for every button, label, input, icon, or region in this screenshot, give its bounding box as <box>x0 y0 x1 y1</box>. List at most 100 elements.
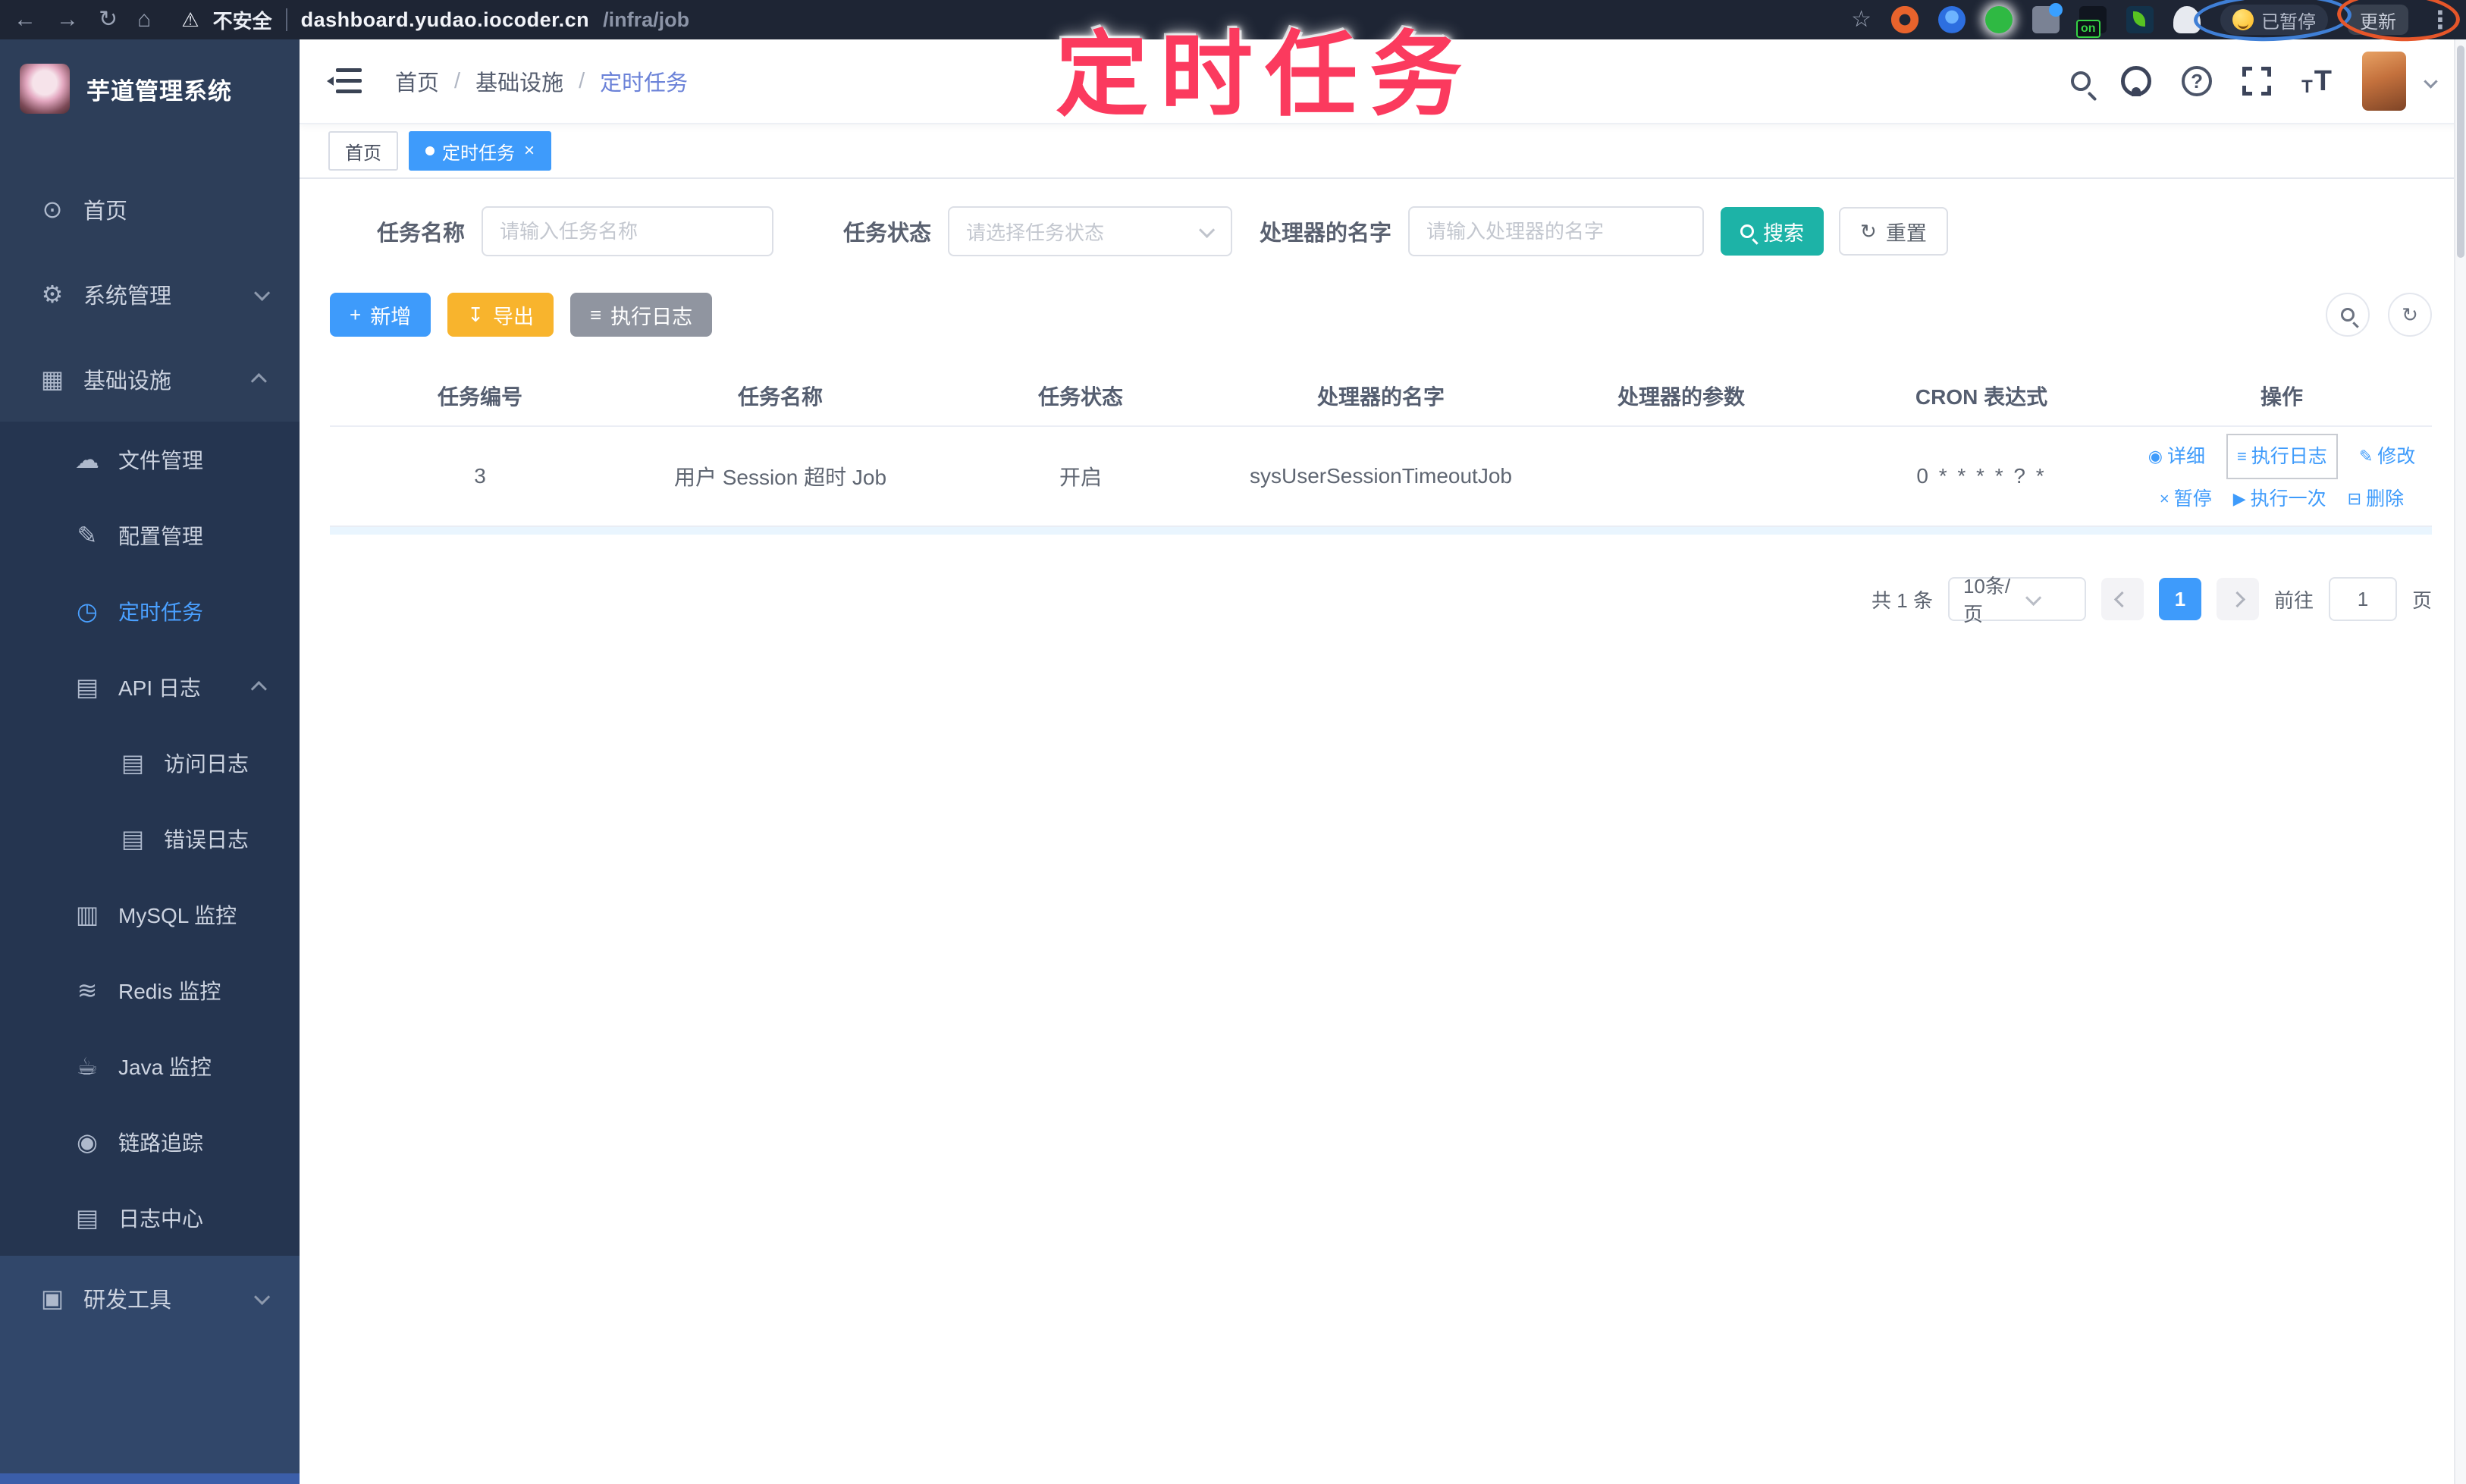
next-page-button[interactable] <box>2216 578 2259 620</box>
user-avatar[interactable] <box>2362 52 2406 111</box>
app-logo <box>20 64 70 114</box>
breadcrumb-current: 定时任务 <box>600 71 689 96</box>
action-detail-link[interactable]: ◉ 详细 <box>2148 437 2205 476</box>
github-icon[interactable] <box>2121 66 2152 96</box>
sidebar-item-java[interactable]: ☕ Java 监控 <box>0 1028 300 1104</box>
action-run-once-link[interactable]: ▶ 执行一次 <box>2233 479 2326 519</box>
job-log-button[interactable]: ≡ 执行日志 <box>569 293 713 337</box>
list-icon: ≡ <box>2236 447 2247 466</box>
sidebar-item-log-center[interactable]: ▤ 日志中心 <box>0 1180 300 1256</box>
action-delete-link[interactable]: ⊟ 删除 <box>2348 479 2404 519</box>
breadcrumb-infra[interactable]: 基础设施 <box>475 65 563 97</box>
search-icon[interactable] <box>2071 71 2091 91</box>
prev-page-button[interactable] <box>2100 578 2144 620</box>
sidebar-item-api-log[interactable]: ▤ API 日志 <box>0 649 300 725</box>
database-icon: ▥ <box>75 901 99 928</box>
search-button[interactable]: 搜索 <box>1721 207 1824 256</box>
sidebar-item-file[interactable]: ☁ 文件管理 <box>0 422 300 497</box>
cell-task-id: 3 <box>330 426 630 527</box>
chevron-down-icon <box>1199 221 1216 238</box>
browser-reload-icon[interactable]: ↻ <box>99 8 118 31</box>
trash-icon: ⊟ <box>2347 489 2362 508</box>
address-bar[interactable]: ⚠ 不安全 dashboard.yudao.iocoder.cn/infra/j… <box>181 6 689 34</box>
sidebar-item-trace[interactable]: ◉ 链路追踪 <box>0 1104 300 1180</box>
page-scrollbar[interactable] <box>2454 39 2466 1484</box>
edit-icon: ✎ <box>77 522 98 549</box>
task-name-input[interactable] <box>482 206 774 256</box>
help-icon[interactable]: ? <box>2182 66 2213 96</box>
task-status-label: 任务状态 <box>843 221 932 246</box>
sidebar-item-job[interactable]: ◷ 定时任务 <box>0 573 300 649</box>
sidebar-bottom-strip <box>0 1473 300 1484</box>
col-cron: CRON 表达式 <box>1831 366 2132 427</box>
log-icon: ▤ <box>121 825 145 852</box>
bookmark-star-icon[interactable]: ☆ <box>1851 8 1871 31</box>
handler-name-input[interactable] <box>1408 206 1705 256</box>
sidebar-item-devtool[interactable]: ▣ 研发工具 <box>0 1256 300 1341</box>
url-path: /infra/job <box>603 8 690 31</box>
avatar-caret-icon[interactable] <box>2424 74 2438 89</box>
breadcrumb-home[interactable]: 首页 <box>395 65 439 97</box>
reset-button[interactable]: ↻ 重置 <box>1839 207 1948 256</box>
sidebar-item-home[interactable]: ⊙ 首页 <box>0 167 300 252</box>
refresh-button[interactable]: ↻ <box>2388 293 2432 337</box>
sidebar: 芋道管理系统 ⊙ 首页 ⚙ 系统管理 ▦ 基础设施 ☁ 文件管理 ✎ 配置管理 … <box>0 39 300 1484</box>
export-button[interactable]: ↧ 导出 <box>447 293 554 337</box>
col-task-status: 任务状态 <box>930 366 1231 427</box>
browser-home-icon[interactable]: ⌂ <box>137 8 151 31</box>
pause-icon: × <box>2159 489 2170 508</box>
fullscreen-icon[interactable] <box>2242 67 2272 96</box>
sidebar-item-error-log[interactable]: ▤ 错误日志 <box>0 801 300 877</box>
sidebar-item-redis[interactable]: ≋ Redis 监控 <box>0 952 300 1028</box>
job-table: 任务编号 任务名称 任务状态 处理器的名字 处理器的参数 CRON 表达式 操作… <box>330 366 2432 527</box>
extension-icon-orange[interactable] <box>1891 6 1919 33</box>
browser-forward-icon[interactable]: → <box>56 8 79 31</box>
scrollbar-thumb[interactable] <box>2457 45 2464 258</box>
task-status-select[interactable]: 请选择任务状态 <box>948 206 1233 256</box>
sidebar-item-access-log[interactable]: ▤ 访问日志 <box>0 725 300 801</box>
active-dot-icon <box>425 146 435 155</box>
action-job-log-link[interactable]: ≡ 执行日志 <box>2226 434 2338 479</box>
chevron-up-icon <box>250 680 267 697</box>
action-pause-link[interactable]: × 暂停 <box>2160 479 2212 519</box>
toggle-search-button[interactable] <box>2326 293 2370 337</box>
eye-icon: ◉ <box>77 1128 98 1156</box>
address-divider <box>285 8 287 31</box>
extension-icon-green[interactable] <box>1985 6 2013 33</box>
log-icon: ▤ <box>121 749 145 777</box>
browser-back-icon[interactable]: ← <box>14 8 36 31</box>
col-task-name: 任务名称 <box>630 366 930 427</box>
extension-icon-dark[interactable]: on <box>2076 6 2107 38</box>
not-secure-warning-icon: ⚠ <box>181 8 199 31</box>
tag-home[interactable]: 首页 <box>328 131 398 171</box>
task-name-label: 任务名称 <box>377 221 466 246</box>
sidebar-toggle-icon[interactable] <box>327 68 362 94</box>
main-area: 首页 / 基础设施 / 定时任务 ? TT 首页 定时任务 × 任务名称 请输入… <box>300 39 2466 1484</box>
extension-icon-sprout[interactable] <box>2126 6 2154 33</box>
page-size-select[interactable]: 10条/页 <box>1947 575 2086 626</box>
app-title: 芋道管理系统 <box>86 77 232 105</box>
gear-icon: ⚙ <box>41 281 64 308</box>
action-edit-link[interactable]: ✎ 修改 <box>2359 437 2415 476</box>
sidebar-item-config[interactable]: ✎ 配置管理 <box>0 497 300 573</box>
page-1-button[interactable]: 1 <box>2158 578 2201 620</box>
list-icon: ≡ <box>589 303 602 326</box>
extension-icon-grid[interactable] <box>2032 3 2063 33</box>
sidebar-logo-row[interactable]: 芋道管理系统 <box>0 39 300 138</box>
sidebar-item-system[interactable]: ⚙ 系统管理 <box>0 252 300 337</box>
add-button[interactable]: + 新增 <box>330 293 431 337</box>
sidebar-submenu-infra: ☁ 文件管理 ✎ 配置管理 ◷ 定时任务 ▤ API 日志 ▤ 访问日志 ▤ 错… <box>0 422 300 1256</box>
on-badge: on <box>2076 20 2100 38</box>
briefcase-icon: ▣ <box>40 1285 64 1312</box>
goto-page-input[interactable] <box>2328 577 2397 621</box>
tag-close-icon[interactable]: × <box>524 142 535 160</box>
log-icon: ▤ <box>75 1204 99 1231</box>
tag-job-active[interactable]: 定时任务 × <box>409 131 552 171</box>
font-size-icon[interactable]: TT <box>2301 65 2332 98</box>
security-label: 不安全 <box>212 9 272 33</box>
sidebar-item-infra[interactable]: ▦ 基础设施 <box>0 337 300 422</box>
chevron-left-icon <box>2114 591 2131 607</box>
search-icon <box>1740 224 1755 238</box>
extension-icon-blue[interactable] <box>1938 6 1966 33</box>
sidebar-item-mysql[interactable]: ▥ MySQL 监控 <box>0 877 300 952</box>
